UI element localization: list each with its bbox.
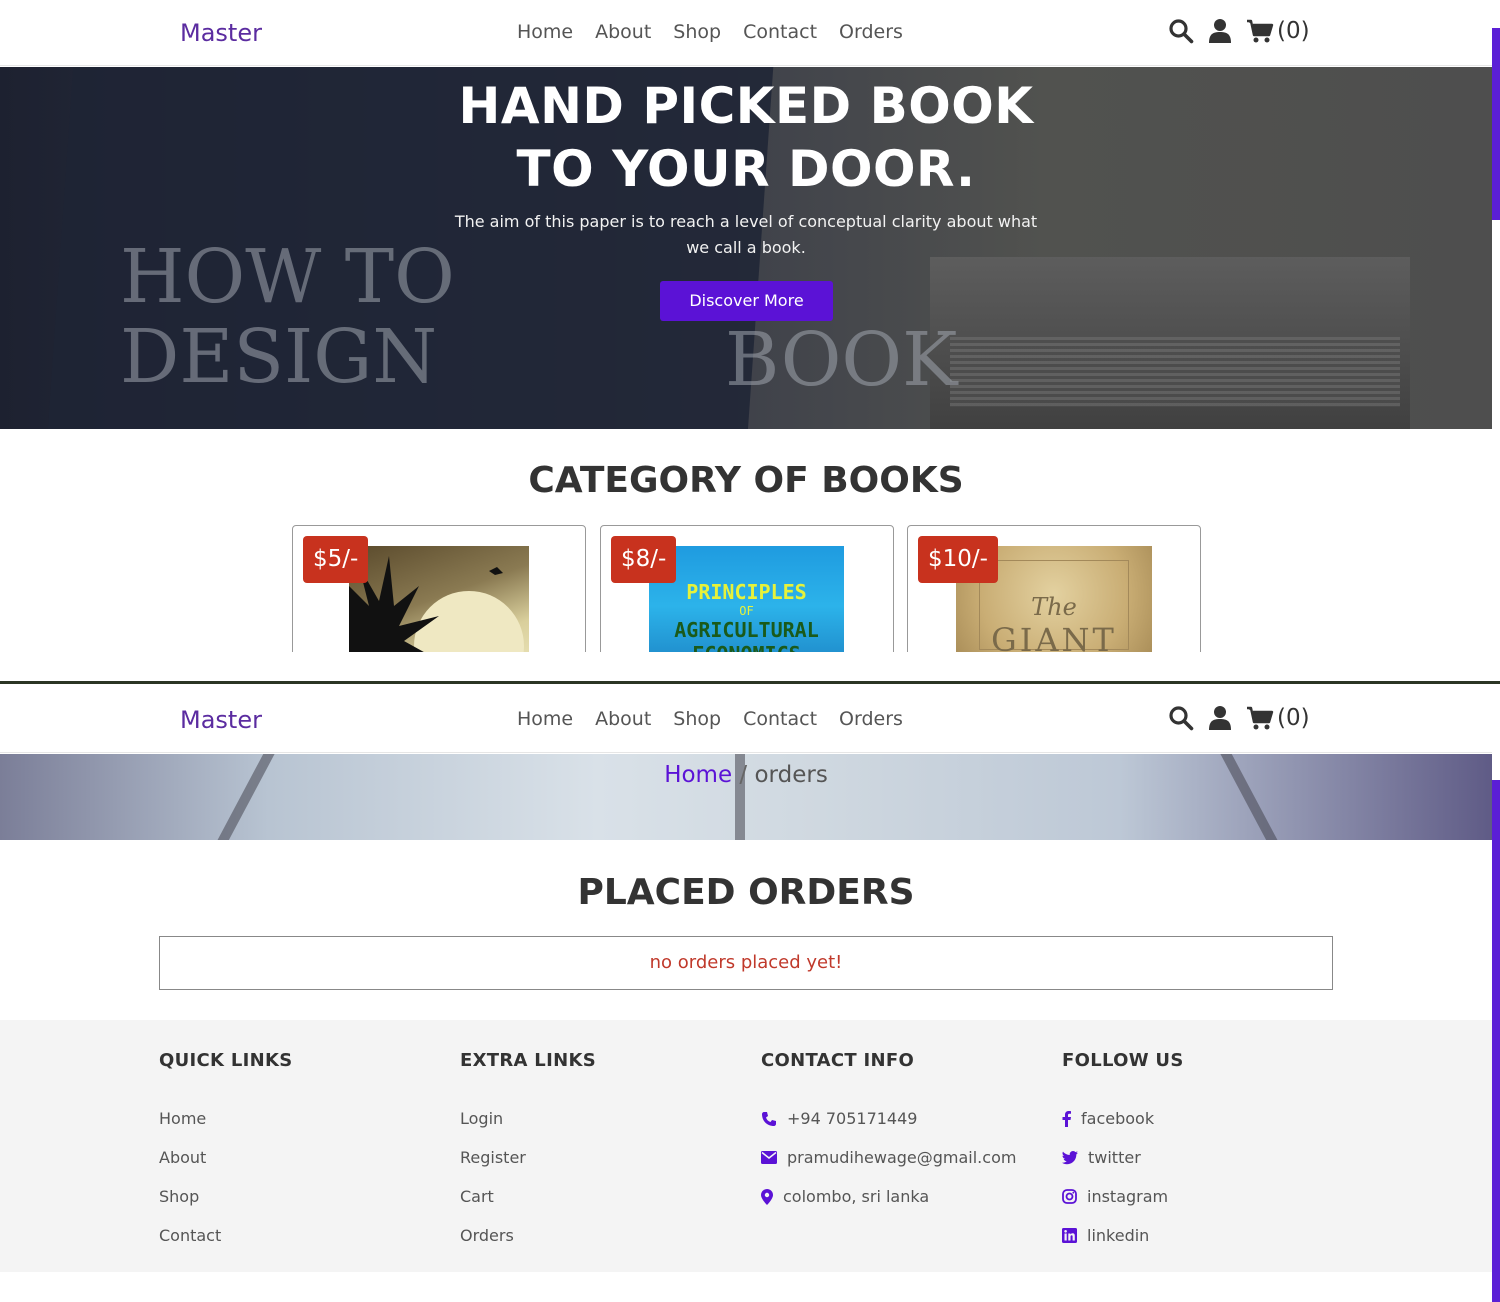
cart-icon[interactable] bbox=[1246, 18, 1274, 44]
footer-link-orders[interactable]: Orders bbox=[460, 1216, 596, 1255]
hero-background-cover-art-2: BOOK bbox=[725, 317, 958, 403]
nav-contact[interactable]: Contact bbox=[743, 708, 817, 730]
cart-count[interactable]: (0) bbox=[1277, 705, 1310, 731]
facebook-icon bbox=[1062, 1110, 1071, 1127]
logo[interactable]: Master bbox=[180, 706, 262, 734]
social-facebook-label: facebook bbox=[1081, 1109, 1155, 1128]
hero-background-pages bbox=[950, 337, 1400, 407]
placed-orders-title: PLACED ORDERS bbox=[577, 872, 915, 913]
price-tag: $5/- bbox=[303, 536, 369, 583]
orders-page-view: Master Home About Shop Contact Orders (0… bbox=[0, 684, 1500, 1302]
price-tag: $10/- bbox=[918, 536, 998, 583]
category-card[interactable]: PRINCIPLES OF AGRICULTURAL ECONOMICS $8/… bbox=[600, 525, 894, 652]
phone-icon bbox=[762, 1111, 776, 1126]
cover-title-3: AGRICULTURAL bbox=[674, 618, 819, 642]
category-title: CATEGORY OF BOOKS bbox=[528, 460, 964, 501]
hero-banner: HOW TO DESIGN BOOK HAND PICKED BOOK TO YOU… bbox=[0, 67, 1492, 429]
contact-info-title: CONTACT INFO bbox=[761, 1050, 915, 1071]
scrollbar-thumb[interactable] bbox=[1492, 780, 1500, 1302]
social-linkedin[interactable]: linkedin bbox=[1062, 1216, 1184, 1255]
cover-title-2: OF bbox=[739, 604, 754, 618]
nav-about[interactable]: About bbox=[595, 708, 651, 730]
header-icons: (0) bbox=[1168, 18, 1310, 44]
contact-phone[interactable]: +94 705171449 bbox=[761, 1099, 1016, 1138]
site-header: Master Home About Shop Contact Orders (0… bbox=[0, 687, 1492, 753]
social-twitter-label: twitter bbox=[1088, 1148, 1141, 1167]
category-card[interactable]: The GIANT $10/- bbox=[907, 525, 1201, 652]
tree-illustration bbox=[349, 556, 524, 652]
footer-link-login[interactable]: Login bbox=[460, 1099, 596, 1138]
footer-link-cart[interactable]: Cart bbox=[460, 1177, 596, 1216]
discover-more-button[interactable]: Discover More bbox=[660, 281, 833, 321]
cart-count[interactable]: (0) bbox=[1277, 18, 1310, 44]
quick-links-column: QUICK LINKS Home About Shop Contact bbox=[159, 1050, 292, 1255]
twitter-icon bbox=[1062, 1150, 1078, 1164]
user-icon[interactable] bbox=[1208, 705, 1232, 731]
breadcrumb: Home / orders bbox=[0, 762, 1492, 788]
book-cover: PRINCIPLES OF AGRICULTURAL ECONOMICS bbox=[649, 546, 844, 652]
main-nav: Home About Shop Contact Orders bbox=[517, 21, 903, 43]
cover-title-1: PRINCIPLES bbox=[686, 580, 807, 604]
extra-links-column: EXTRA LINKS Login Register Cart Orders bbox=[460, 1050, 596, 1255]
contact-email-text: pramudihewage@gmail.com bbox=[787, 1148, 1017, 1167]
nav-about[interactable]: About bbox=[595, 21, 651, 43]
site-footer: QUICK LINKS Home About Shop Contact EXTR… bbox=[0, 1020, 1492, 1272]
search-icon[interactable] bbox=[1168, 18, 1194, 44]
footer-link-register[interactable]: Register bbox=[460, 1138, 596, 1177]
contact-info-column: CONTACT INFO +94 705171449 pramudihewage… bbox=[761, 1050, 1016, 1216]
breadcrumb-separator: / bbox=[732, 762, 755, 788]
map-marker-icon bbox=[761, 1188, 773, 1205]
footer-link-about[interactable]: About bbox=[159, 1138, 292, 1177]
footer-link-home[interactable]: Home bbox=[159, 1099, 292, 1138]
category-card[interactable]: $5/- bbox=[292, 525, 586, 652]
follow-us-title: FOLLOW US bbox=[1062, 1050, 1184, 1071]
hero-title: HAND PICKED BOOK TO YOUR DOOR. bbox=[458, 77, 1034, 198]
contact-location-text: colombo, sri lanka bbox=[783, 1187, 930, 1206]
nav-shop[interactable]: Shop bbox=[673, 21, 721, 43]
hero-description: The aim of this paper is to reach a leve… bbox=[454, 212, 1038, 257]
logo[interactable]: Master bbox=[180, 19, 262, 47]
social-twitter[interactable]: twitter bbox=[1062, 1138, 1184, 1177]
social-instagram-label: instagram bbox=[1087, 1187, 1169, 1206]
contact-location: colombo, sri lanka bbox=[761, 1177, 1016, 1216]
scrollbar-thumb[interactable] bbox=[1492, 28, 1500, 220]
follow-us-column: FOLLOW US facebook twitter instagram lin… bbox=[1062, 1050, 1184, 1255]
header-icons: (0) bbox=[1168, 705, 1310, 731]
contact-email[interactable]: pramudihewage@gmail.com bbox=[761, 1138, 1016, 1177]
footer-link-shop[interactable]: Shop bbox=[159, 1177, 292, 1216]
footer-link-contact[interactable]: Contact bbox=[159, 1216, 292, 1255]
empty-orders-message: no orders placed yet! bbox=[159, 936, 1333, 990]
nav-orders[interactable]: Orders bbox=[839, 708, 903, 730]
cover-title-1: The bbox=[1031, 593, 1077, 621]
breadcrumb-banner: Home / orders bbox=[0, 754, 1492, 840]
nav-home[interactable]: Home bbox=[517, 708, 573, 730]
extra-links-title: EXTRA LINKS bbox=[460, 1050, 596, 1071]
nav-shop[interactable]: Shop bbox=[673, 708, 721, 730]
contact-phone-text: +94 705171449 bbox=[787, 1109, 918, 1128]
instagram-icon bbox=[1062, 1189, 1077, 1204]
site-header: Master Home About Shop Contact Orders (0… bbox=[0, 0, 1492, 66]
cover-title-2: GIANT bbox=[991, 621, 1117, 652]
nav-contact[interactable]: Contact bbox=[743, 21, 817, 43]
linkedin-icon bbox=[1062, 1228, 1077, 1243]
main-nav: Home About Shop Contact Orders bbox=[517, 708, 903, 730]
envelope-icon bbox=[761, 1151, 777, 1164]
social-instagram[interactable]: instagram bbox=[1062, 1177, 1184, 1216]
book-cover bbox=[349, 546, 529, 652]
home-page-view: Master Home About Shop Contact Orders (0… bbox=[0, 0, 1500, 652]
nav-orders[interactable]: Orders bbox=[839, 21, 903, 43]
social-linkedin-label: linkedin bbox=[1087, 1226, 1150, 1245]
cart-icon[interactable] bbox=[1246, 705, 1274, 731]
social-facebook[interactable]: facebook bbox=[1062, 1099, 1184, 1138]
search-icon[interactable] bbox=[1168, 705, 1194, 731]
breadcrumb-current: orders bbox=[754, 762, 828, 788]
price-tag: $8/- bbox=[611, 536, 677, 583]
breadcrumb-home-link[interactable]: Home bbox=[664, 762, 732, 788]
hero-background-cover-art: HOW TO DESIGN bbox=[120, 234, 455, 400]
cover-title-4: ECONOMICS bbox=[649, 642, 844, 652]
quick-links-title: QUICK LINKS bbox=[159, 1050, 293, 1071]
user-icon[interactable] bbox=[1208, 18, 1232, 44]
nav-home[interactable]: Home bbox=[517, 21, 573, 43]
